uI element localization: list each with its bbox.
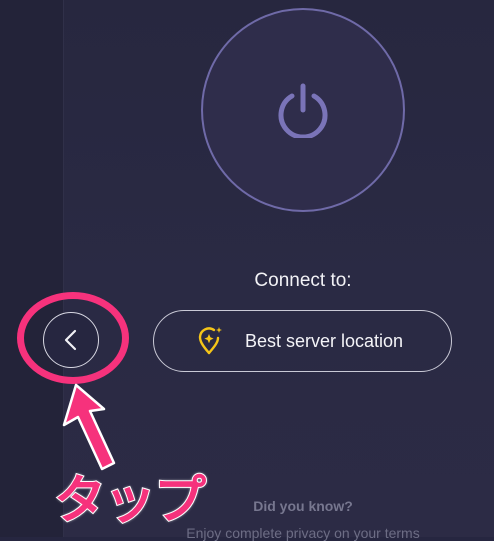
tip-text: Enjoy complete privacy on your terms	[186, 525, 420, 541]
power-icon	[278, 83, 328, 138]
location-pin-sparkle-icon	[198, 327, 222, 355]
best-server-location-button[interactable]: Best server location	[153, 310, 452, 372]
sidebar	[0, 0, 64, 537]
connect-power-button[interactable]	[201, 8, 405, 212]
tap-annotation-text: タップ	[53, 470, 207, 532]
server-location-label: Best server location	[245, 330, 404, 351]
did-you-know-heading: Did you know?	[253, 498, 353, 514]
chevron-left-icon	[64, 329, 77, 351]
back-button[interactable]	[43, 312, 99, 368]
connect-to-label: Connect to:	[254, 270, 352, 291]
